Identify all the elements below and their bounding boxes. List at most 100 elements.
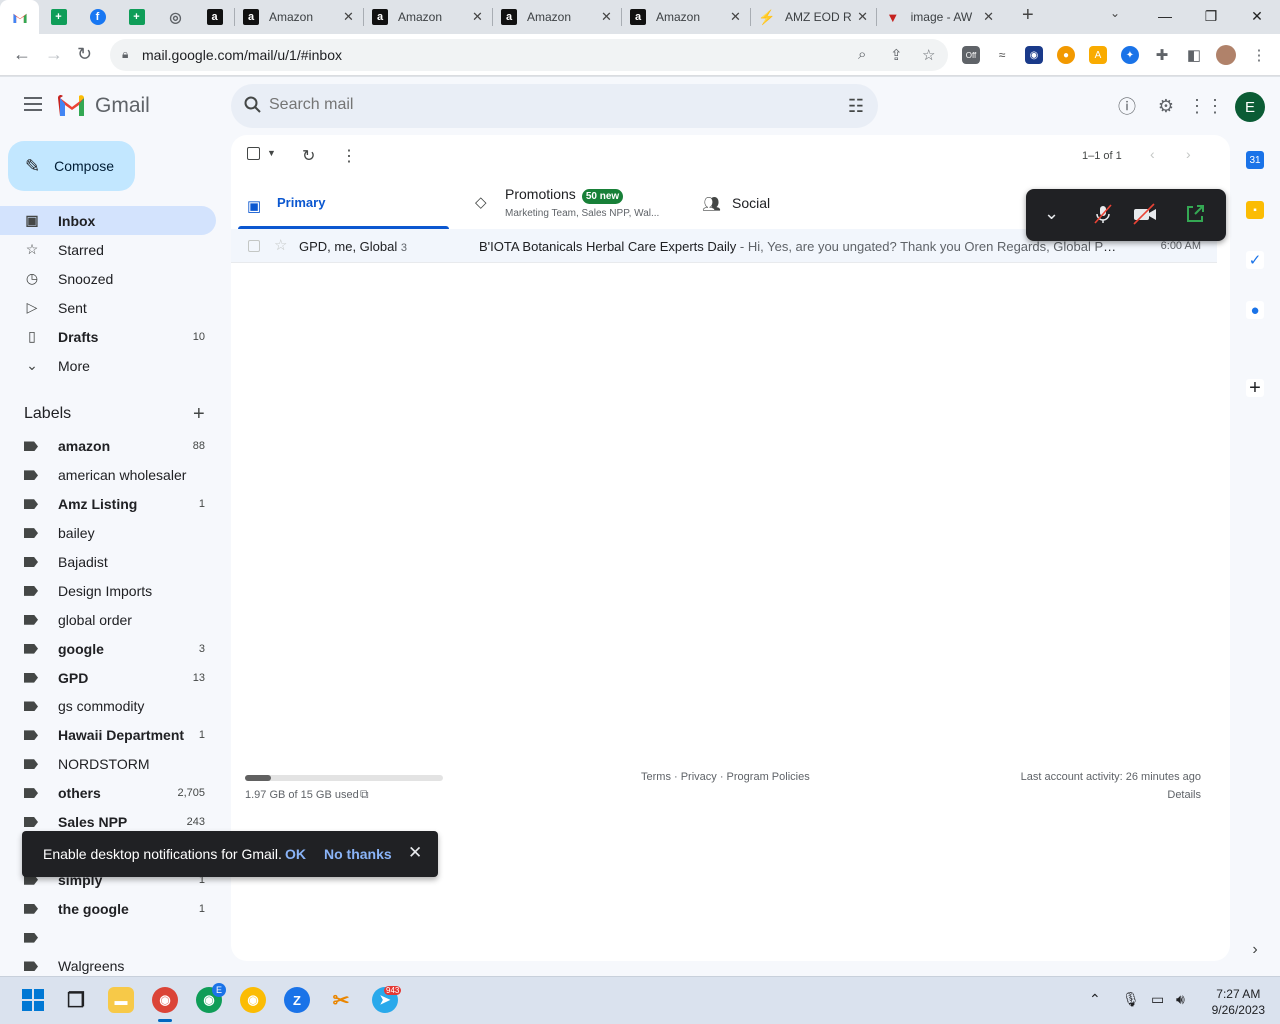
sidebar-item-starred[interactable]: ☆ Starred <box>0 235 216 264</box>
extension-orange-icon[interactable]: ● <box>1057 46 1075 64</box>
tab-sheets-1[interactable]: + <box>39 0 78 34</box>
label-item[interactable]: others 2,705 <box>0 779 216 808</box>
zoom-icon[interactable]: ⌕ <box>858 46 866 63</box>
select-all-checkbox[interactable] <box>247 147 260 160</box>
main-menu-icon[interactable] <box>24 97 42 115</box>
label-item[interactable]: Amz Listing 1 <box>0 490 216 519</box>
email-checkbox[interactable] <box>248 240 260 252</box>
search-options-icon[interactable]: ☷ <box>848 96 864 117</box>
reload-icon[interactable]: ↻ <box>77 44 92 65</box>
tab-amazon-1[interactable]: a Amazon ✕ <box>235 0 363 34</box>
toast-ok-button[interactable]: OK <box>285 846 306 862</box>
back-icon[interactable]: ← <box>13 44 31 65</box>
tab-amz-eod[interactable]: ⚡ AMZ EOD R ✕ <box>751 0 876 34</box>
label-item[interactable]: gs commodity <box>0 692 216 721</box>
bookmark-star-icon[interactable]: ☆ <box>922 46 935 64</box>
help-icon[interactable]: ⓘ <box>1117 96 1137 117</box>
label-item[interactable] <box>0 923 216 952</box>
sidebar-item-inbox[interactable]: ▣ Inbox <box>0 206 216 235</box>
label-item[interactable]: Hawaii Department 1 <box>0 721 216 750</box>
tab-amazon-2[interactable]: a Amazon ✕ <box>364 0 492 34</box>
close-icon[interactable]: ✕ <box>983 9 994 25</box>
add-label-icon[interactable]: + <box>193 403 205 426</box>
volume-icon[interactable]: 🔊︎ <box>1176 991 1185 1008</box>
tab-amazon-3[interactable]: a Amazon ✕ <box>493 0 621 34</box>
tray-chevron-icon[interactable]: ⌃ <box>1089 991 1101 1008</box>
zoho-icon[interactable]: Z <box>284 987 310 1013</box>
details-link[interactable]: Details <box>1167 789 1201 801</box>
contacts-icon[interactable]: ● <box>1246 301 1264 319</box>
sidebar-item-sent[interactable]: ▷ Sent <box>0 293 216 322</box>
tab-image[interactable]: ▼ image - AW ✕ <box>877 0 1002 34</box>
select-dropdown-icon[interactable]: ▼ <box>267 148 276 158</box>
settings-gear-icon[interactable]: ⚙ <box>1156 96 1176 116</box>
file-explorer-icon[interactable]: ▬ <box>108 987 134 1013</box>
sidebar-item-snoozed[interactable]: ◷ Snoozed <box>0 264 216 293</box>
task-view-icon[interactable]: ❐ <box>63 987 89 1013</box>
tasks-icon[interactable]: ✓ <box>1246 251 1264 269</box>
forward-icon[interactable]: → <box>45 44 63 65</box>
extension-blue-icon[interactable]: ✦ <box>1121 46 1139 64</box>
search-icon[interactable] <box>243 95 263 115</box>
chrome-alt-icon[interactable]: ◉ <box>240 987 266 1013</box>
chrome-icon[interactable]: ◉ <box>152 987 178 1013</box>
label-item[interactable]: bailey <box>0 519 216 548</box>
tab-social[interactable]: 👥︎ Social <box>686 177 904 229</box>
tab-amazon-4[interactable]: a Amazon ✕ <box>622 0 750 34</box>
star-icon[interactable]: ☆ <box>274 236 287 254</box>
apps-grid-icon[interactable]: ⋮⋮ <box>1188 96 1224 116</box>
pop-out-icon[interactable] <box>1184 203 1206 231</box>
close-icon[interactable]: ✕ <box>472 9 483 25</box>
extensions-puzzle-icon[interactable]: ✚ <box>1153 46 1171 64</box>
more-actions-icon[interactable]: ⋮ <box>341 146 357 166</box>
label-item[interactable]: amazon 88 <box>0 432 216 461</box>
refresh-icon[interactable]: ↻ <box>302 146 315 166</box>
footer-links[interactable]: Terms · Privacy · Program Policies <box>641 771 810 783</box>
keep-icon[interactable]: ▪ <box>1246 201 1264 219</box>
close-icon[interactable]: ✕ <box>730 9 741 25</box>
tab-facebook[interactable]: f <box>78 0 117 34</box>
share-icon[interactable]: ⇪ <box>890 46 903 64</box>
tab-primary[interactable]: ▣ Primary <box>231 177 449 229</box>
label-item[interactable]: google 3 <box>0 634 216 663</box>
close-icon[interactable]: ✕ <box>857 9 868 25</box>
mic-off-icon[interactable] <box>1092 203 1114 231</box>
search-bar[interactable]: ☷ <box>231 84 878 128</box>
windows-start-icon[interactable] <box>20 987 46 1013</box>
label-item[interactable]: GPD 13 <box>0 663 216 692</box>
system-clock[interactable]: 7:27 AM 9/26/2023 <box>1212 986 1265 1018</box>
sidebar-item-more[interactable]: ⌄ More <box>0 351 216 380</box>
older-page-icon[interactable]: › <box>1186 146 1191 162</box>
account-avatar[interactable]: E <box>1235 92 1265 122</box>
new-tab-icon[interactable]: + <box>1022 4 1034 27</box>
sidebar-item-drafts[interactable]: ▯ Drafts 10 <box>0 322 216 351</box>
calendar-icon[interactable]: 31 <box>1246 151 1264 169</box>
restore-icon[interactable]: ❐ <box>1188 0 1234 32</box>
open-external-icon[interactable]: ⧉ <box>360 787 369 802</box>
close-icon[interactable]: ✕ <box>343 9 354 25</box>
extension-off-icon[interactable]: Off <box>962 46 980 64</box>
extension-keepa-icon[interactable]: ◉ <box>1025 46 1043 64</box>
extension-scout-icon[interactable]: A <box>1089 46 1107 64</box>
side-panel-icon[interactable]: ◧ <box>1185 46 1203 64</box>
search-input[interactable] <box>269 96 829 114</box>
label-item[interactable]: NORDSTORM <box>0 750 216 779</box>
microphone-icon[interactable]: 🎙︎ <box>1122 991 1140 1008</box>
label-item[interactable]: american wholesaler <box>0 461 216 490</box>
url-text[interactable]: mail.google.com/mail/u/1/#inbox <box>142 47 342 63</box>
profile-avatar-icon[interactable] <box>1216 45 1236 65</box>
label-item[interactable]: the google 1 <box>0 894 216 923</box>
extension-signal-icon[interactable]: ≈ <box>993 46 1011 64</box>
tab-amazon-0[interactable]: a <box>195 0 234 34</box>
minimize-icon[interactable]: — <box>1142 0 1188 32</box>
collapse-chevron-icon[interactable]: ⌄ <box>1044 203 1059 224</box>
newer-page-icon[interactable]: ‹ <box>1150 146 1155 162</box>
close-icon[interactable]: ✕ <box>601 9 612 25</box>
tab-search-icon[interactable]: ⌄ <box>1110 6 1120 20</box>
compose-button[interactable]: ✎ Compose <box>8 141 135 191</box>
tab-gmail[interactable] <box>0 0 39 34</box>
tab-promotions[interactable]: ◇ Promotions 50 new Marketing Team, Sales… <box>459 177 681 229</box>
lock-icon[interactable]: 🔒︎ <box>122 47 128 62</box>
close-icon[interactable]: ✕ <box>408 843 422 863</box>
snipping-tool-icon[interactable]: ✂ <box>328 987 354 1013</box>
